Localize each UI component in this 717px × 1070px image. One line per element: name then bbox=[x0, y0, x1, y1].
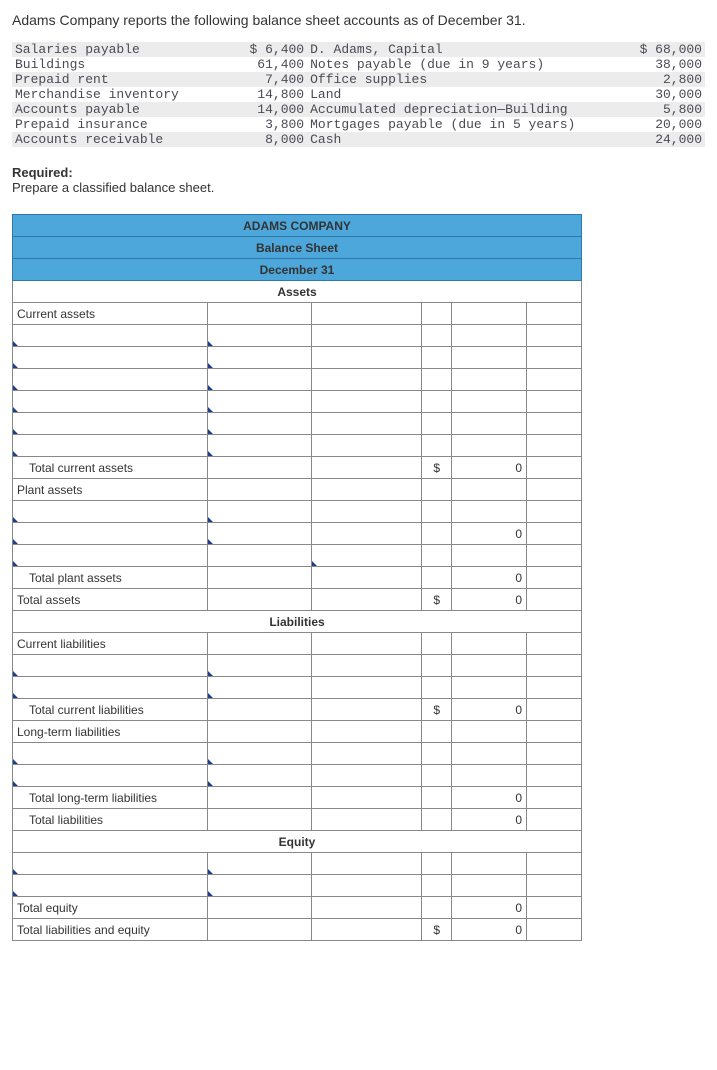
title-header: Balance Sheet bbox=[13, 237, 582, 259]
account-label: Accounts payable bbox=[12, 102, 208, 117]
amount-input[interactable] bbox=[207, 325, 312, 347]
account-select[interactable] bbox=[13, 655, 208, 677]
total-assets-value: 0 bbox=[452, 589, 527, 611]
account-select[interactable] bbox=[13, 413, 208, 435]
dollar-sign: $ bbox=[422, 919, 452, 941]
account-label: Accumulated depreciation—Building bbox=[307, 102, 593, 117]
long-term-liabilities-label: Long-term liabilities bbox=[13, 721, 208, 743]
amount-input[interactable] bbox=[207, 523, 312, 545]
account-amount: 3,800 bbox=[208, 117, 307, 132]
total-equity-label: Total equity bbox=[13, 897, 208, 919]
dollar-sign: $ bbox=[422, 457, 452, 479]
account-label: Buildings bbox=[12, 57, 208, 72]
amount-input[interactable] bbox=[207, 347, 312, 369]
total-liab-equity-value: 0 bbox=[452, 919, 527, 941]
amount-input[interactable] bbox=[207, 853, 312, 875]
amount-input[interactable] bbox=[207, 765, 312, 787]
total-current-liabilities-value: 0 bbox=[452, 699, 527, 721]
amount-input[interactable] bbox=[312, 545, 422, 567]
amount-input[interactable] bbox=[207, 413, 312, 435]
amount-input[interactable] bbox=[207, 655, 312, 677]
total-assets-label: Total assets bbox=[13, 589, 208, 611]
total-equity-value: 0 bbox=[452, 897, 527, 919]
date-header: December 31 bbox=[13, 259, 582, 281]
account-select[interactable] bbox=[13, 853, 208, 875]
account-label: Merchandise inventory bbox=[12, 87, 208, 102]
account-select[interactable] bbox=[13, 325, 208, 347]
account-select[interactable] bbox=[13, 545, 208, 567]
account-select[interactable] bbox=[13, 501, 208, 523]
amount-input[interactable] bbox=[207, 743, 312, 765]
amount-input[interactable] bbox=[207, 369, 312, 391]
accounts-list: Salaries payable$ 6,400D. Adams, Capital… bbox=[12, 42, 705, 147]
current-liabilities-label: Current liabilities bbox=[13, 633, 208, 655]
account-amount: 20,000 bbox=[593, 117, 705, 132]
liabilities-header: Liabilities bbox=[13, 611, 582, 633]
balance-sheet-table: ADAMS COMPANY Balance Sheet December 31 … bbox=[12, 214, 582, 941]
plant-assets-label: Plant assets bbox=[13, 479, 208, 501]
intro-text: Adams Company reports the following bala… bbox=[12, 12, 705, 28]
required-block: Required: Prepare a classified balance s… bbox=[12, 165, 705, 195]
account-label: Office supplies bbox=[307, 72, 593, 87]
subtotal-value: 0 bbox=[452, 523, 527, 545]
account-label: D. Adams, Capital bbox=[307, 42, 593, 57]
total-liabilities-label: Total liabilities bbox=[13, 809, 208, 831]
account-select[interactable] bbox=[13, 391, 208, 413]
account-label: Notes payable (due in 9 years) bbox=[307, 57, 593, 72]
account-amount: $ 68,000 bbox=[593, 42, 705, 57]
account-amount: 8,000 bbox=[208, 132, 307, 147]
amount-input[interactable] bbox=[207, 435, 312, 457]
total-current-liabilities-label: Total current liabilities bbox=[13, 699, 208, 721]
assets-header: Assets bbox=[13, 281, 582, 303]
total-long-term-liabilities-label: Total long-term liabilities bbox=[13, 787, 208, 809]
amount-input[interactable] bbox=[207, 391, 312, 413]
account-amount: 5,800 bbox=[593, 102, 705, 117]
account-amount: 38,000 bbox=[593, 57, 705, 72]
account-amount: $ 6,400 bbox=[208, 42, 307, 57]
account-amount: 7,400 bbox=[208, 72, 307, 87]
total-liab-equity-label: Total liabilities and equity bbox=[13, 919, 208, 941]
company-header: ADAMS COMPANY bbox=[13, 215, 582, 237]
account-select[interactable] bbox=[13, 347, 208, 369]
account-select[interactable] bbox=[13, 435, 208, 457]
total-current-assets-value: 0 bbox=[452, 457, 527, 479]
account-select[interactable] bbox=[13, 875, 208, 897]
account-select[interactable] bbox=[13, 743, 208, 765]
required-label: Required: bbox=[12, 165, 73, 180]
account-amount: 30,000 bbox=[593, 87, 705, 102]
account-label: Salaries payable bbox=[12, 42, 208, 57]
account-label: Mortgages payable (due in 5 years) bbox=[307, 117, 593, 132]
account-amount: 14,000 bbox=[208, 102, 307, 117]
amount-input[interactable] bbox=[207, 677, 312, 699]
equity-header: Equity bbox=[13, 831, 582, 853]
dollar-sign: $ bbox=[422, 589, 452, 611]
account-label: Land bbox=[307, 87, 593, 102]
total-plant-assets-value: 0 bbox=[452, 567, 527, 589]
required-text: Prepare a classified balance sheet. bbox=[12, 180, 214, 195]
account-label: Cash bbox=[307, 132, 593, 147]
amount-input[interactable] bbox=[207, 501, 312, 523]
amount-input[interactable] bbox=[207, 875, 312, 897]
account-amount: 14,800 bbox=[208, 87, 307, 102]
account-amount: 61,400 bbox=[208, 57, 307, 72]
account-amount: 2,800 bbox=[593, 72, 705, 87]
account-label: Prepaid insurance bbox=[12, 117, 208, 132]
dollar-sign: $ bbox=[422, 699, 452, 721]
account-select[interactable] bbox=[13, 523, 208, 545]
account-select[interactable] bbox=[13, 677, 208, 699]
account-label: Prepaid rent bbox=[12, 72, 208, 87]
current-assets-label: Current assets bbox=[13, 303, 208, 325]
account-select[interactable] bbox=[13, 765, 208, 787]
account-label: Accounts receivable bbox=[12, 132, 208, 147]
total-long-term-liabilities-value: 0 bbox=[452, 787, 527, 809]
total-liabilities-value: 0 bbox=[452, 809, 527, 831]
account-select[interactable] bbox=[13, 369, 208, 391]
account-amount: 24,000 bbox=[593, 132, 705, 147]
total-plant-assets-label: Total plant assets bbox=[13, 567, 208, 589]
total-current-assets-label: Total current assets bbox=[13, 457, 208, 479]
